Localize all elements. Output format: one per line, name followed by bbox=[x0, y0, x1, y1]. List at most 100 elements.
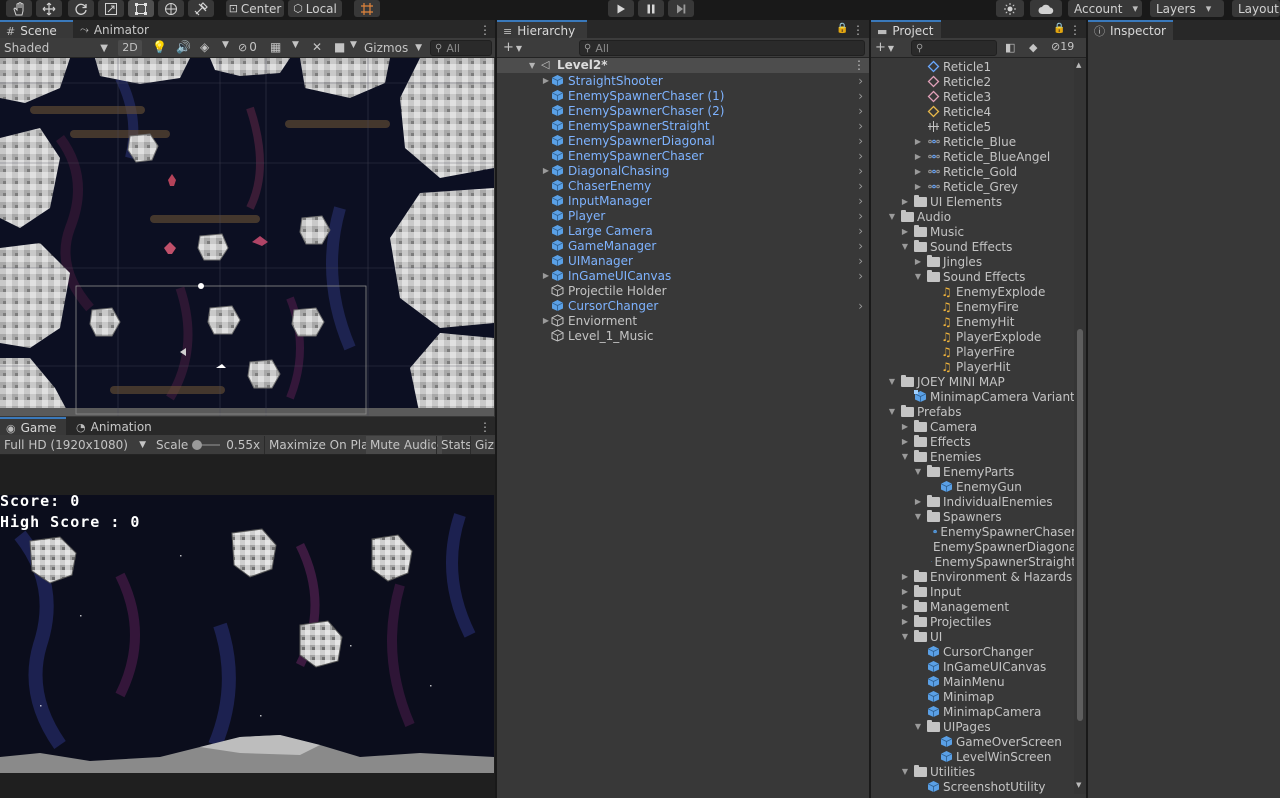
project-item[interactable]: ▼ JOEY MINI MAP bbox=[871, 374, 1076, 389]
chevron-right-icon[interactable]: › bbox=[858, 119, 863, 133]
project-item[interactable]: ▼ Enemies bbox=[871, 449, 1076, 464]
project-item[interactable]: ScreenshotUtility bbox=[871, 779, 1076, 794]
create-asset-button[interactable]: + ▼ bbox=[875, 40, 894, 55]
tab-animation[interactable]: ◔ Animation bbox=[70, 417, 154, 437]
fold-closed-icon[interactable]: ▶ bbox=[913, 137, 923, 146]
hierarchy-row[interactable]: ChaserEnemy › bbox=[497, 178, 869, 193]
tab-hierarchy[interactable]: ≡ Hierarchy bbox=[497, 20, 587, 40]
label-tag-icon[interactable]: ◆ bbox=[1029, 41, 1037, 54]
project-item[interactable]: ▼ Utilities bbox=[871, 764, 1076, 779]
project-item[interactable]: EnemyGun bbox=[871, 479, 1076, 494]
pause-button[interactable] bbox=[638, 0, 664, 17]
project-item[interactable]: ▶ UI Elements bbox=[871, 194, 1076, 209]
fold-open-icon[interactable]: ▼ bbox=[887, 377, 897, 386]
fold-closed-icon[interactable]: ▶ bbox=[913, 167, 923, 176]
hierarchy-row[interactable]: GameManager › bbox=[497, 238, 869, 253]
project-item[interactable]: ♫ PlayerFire bbox=[871, 344, 1076, 359]
chevron-right-icon[interactable]: › bbox=[858, 104, 863, 118]
chevron-right-icon[interactable]: › bbox=[858, 149, 863, 163]
fold-closed-icon[interactable]: ▶ bbox=[900, 422, 910, 431]
tab-game[interactable]: ◉ Game bbox=[0, 417, 66, 437]
hierarchy-row[interactable]: EnemySpawnerStraight › bbox=[497, 118, 869, 133]
tab-inspector[interactable]: ⓘ Inspector bbox=[1088, 20, 1173, 40]
project-item[interactable]: ▶ IndividualEnemies bbox=[871, 494, 1076, 509]
project-item[interactable]: ♫ PlayerHit bbox=[871, 359, 1076, 374]
play-button[interactable] bbox=[608, 0, 634, 17]
mute-audio-toggle[interactable]: Mute Audio bbox=[366, 436, 442, 454]
hierarchy-row[interactable]: EnemySpawnerChaser (1) › bbox=[497, 88, 869, 103]
lock-icon[interactable]: 🔒 bbox=[836, 23, 848, 37]
fold-closed-icon[interactable]: ▶ bbox=[900, 602, 910, 611]
project-item[interactable]: MainMenu bbox=[871, 674, 1076, 689]
project-item[interactable]: ♫ EnemyExplode bbox=[871, 284, 1076, 299]
project-item[interactable]: ▶ Reticle_Gold bbox=[871, 164, 1076, 179]
hierarchy-row[interactable]: ▶ Enviorment bbox=[497, 313, 869, 328]
chevron-down-icon[interactable]: ▼ bbox=[292, 40, 299, 50]
filter-type-icon[interactable]: ◧ bbox=[1005, 41, 1015, 54]
fold-closed-icon[interactable]: ▶ bbox=[541, 316, 551, 325]
fold-closed-icon[interactable]: ▶ bbox=[900, 587, 910, 596]
mode-2d-toggle[interactable]: 2D bbox=[118, 40, 142, 56]
project-item[interactable]: Reticle2 bbox=[871, 74, 1076, 89]
shading-mode-dropdown[interactable]: Shaded ▼ bbox=[4, 40, 110, 56]
scale-tool-icon[interactable] bbox=[98, 0, 124, 17]
project-item[interactable]: ▼ Sound Effects bbox=[871, 269, 1076, 284]
camera-icon[interactable]: ■ bbox=[334, 40, 345, 54]
fold-closed-icon[interactable]: ▶ bbox=[900, 437, 910, 446]
hierarchy-row[interactable]: InputManager › bbox=[497, 193, 869, 208]
fold-closed-icon[interactable]: ▶ bbox=[913, 152, 923, 161]
chevron-right-icon[interactable]: › bbox=[858, 134, 863, 148]
hierarchy-row[interactable]: EnemySpawnerDiagonal › bbox=[497, 133, 869, 148]
fold-closed-icon[interactable]: ▶ bbox=[541, 166, 551, 175]
hierarchy-row[interactable]: UIManager › bbox=[497, 253, 869, 268]
project-item[interactable]: CursorChanger bbox=[871, 644, 1076, 659]
project-item[interactable]: Minimap bbox=[871, 689, 1076, 704]
rotate-tool-icon[interactable] bbox=[68, 0, 94, 17]
project-item[interactable]: EnemySpawnerChaser bbox=[871, 524, 1076, 539]
project-item[interactable]: ♫ PlayerExplode bbox=[871, 329, 1076, 344]
chevron-right-icon[interactable]: › bbox=[858, 164, 863, 178]
fold-closed-icon[interactable]: ▶ bbox=[913, 182, 923, 191]
fold-closed-icon[interactable]: ▶ bbox=[900, 572, 910, 581]
fold-open-icon[interactable]: ▼ bbox=[900, 242, 910, 251]
project-item[interactable]: ▶ Effects bbox=[871, 434, 1076, 449]
project-item[interactable]: ▼ EnemyParts bbox=[871, 464, 1076, 479]
pivot-rotation-toggle[interactable]: ⬡ Local bbox=[288, 0, 342, 17]
grid-icon[interactable]: ▦ bbox=[270, 40, 281, 54]
hierarchy-row[interactable]: Player › bbox=[497, 208, 869, 223]
fold-closed-icon[interactable]: ▶ bbox=[541, 271, 551, 280]
tab-animator[interactable]: ⤳ Animator bbox=[74, 20, 154, 40]
project-item[interactable]: ▼ Sound Effects bbox=[871, 239, 1076, 254]
scene-viewport[interactable] bbox=[0, 58, 494, 416]
chevron-right-icon[interactable]: › bbox=[858, 74, 863, 88]
chevron-right-icon[interactable]: › bbox=[858, 224, 863, 238]
hierarchy-row[interactable]: CursorChanger › bbox=[497, 298, 869, 313]
chevron-right-icon[interactable]: › bbox=[858, 239, 863, 253]
resolution-dropdown[interactable]: Full HD (1920x1080) ▼ bbox=[4, 437, 150, 453]
step-button[interactable] bbox=[668, 0, 694, 17]
project-scrollbar[interactable]: ▲ ▼ bbox=[1074, 59, 1086, 794]
hierarchy-row[interactable]: ▶ DiagonalChasing › bbox=[497, 163, 869, 178]
scene-root-row[interactable]: ▼ ◁ Level2* ⋮ bbox=[497, 58, 869, 73]
project-item[interactable]: ▼ Audio bbox=[871, 209, 1076, 224]
fold-open-icon[interactable]: ▼ bbox=[913, 272, 923, 281]
gizmos-dropdown[interactable]: Gizmos ▼ bbox=[364, 40, 424, 56]
layers-dropdown[interactable]: Layers bbox=[1150, 0, 1224, 17]
scene-search-input[interactable]: ⚲ All bbox=[430, 40, 492, 56]
tab-scene[interactable]: # Scene bbox=[0, 20, 73, 40]
game-gizmos-toggle[interactable]: Gizm bbox=[470, 436, 495, 454]
scroll-down-icon[interactable]: ▼ bbox=[1076, 781, 1081, 789]
hierarchy-row[interactable]: Projectile Holder bbox=[497, 283, 869, 298]
hierarchy-row[interactable]: ▶ StraightShooter › bbox=[497, 73, 869, 88]
fold-open-icon[interactable]: ▼ bbox=[913, 467, 923, 476]
project-item[interactable]: ♫ EnemyHit bbox=[871, 314, 1076, 329]
project-item[interactable]: ▶ Reticle_BlueAngel bbox=[871, 149, 1076, 164]
project-item[interactable]: ▶ Camera bbox=[871, 419, 1076, 434]
pivot-mode-toggle[interactable]: ⊡ Center bbox=[226, 0, 284, 17]
project-item[interactable]: ▶ Reticle_Grey bbox=[871, 179, 1076, 194]
project-item[interactable]: Reticle5 bbox=[871, 119, 1076, 134]
layout-dropdown[interactable]: Layout bbox=[1232, 0, 1280, 17]
scroll-thumb[interactable] bbox=[1077, 329, 1083, 721]
effects-icon[interactable]: ◈ bbox=[200, 40, 209, 54]
tools-icon[interactable]: ✕ bbox=[312, 40, 322, 54]
